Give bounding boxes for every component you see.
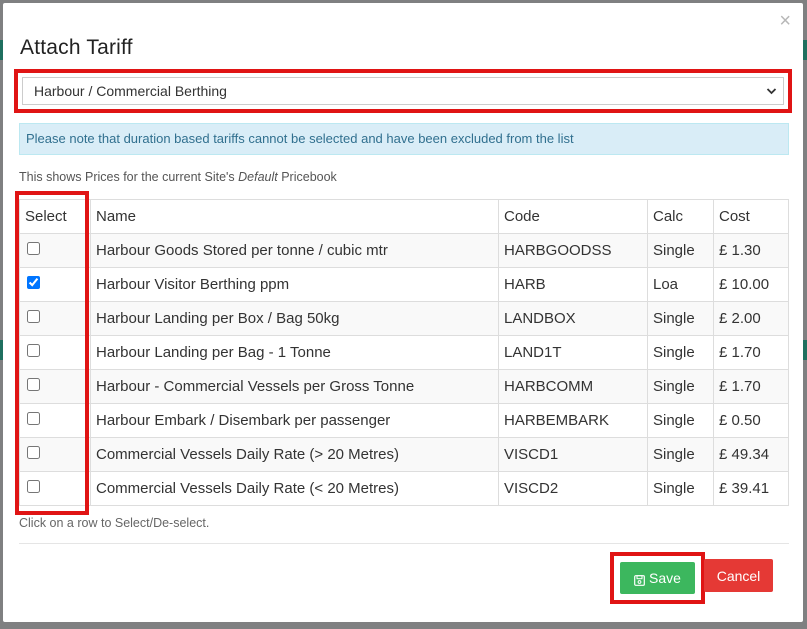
row-select-checkbox[interactable] [27, 378, 40, 391]
select-cell [19, 267, 91, 302]
tariff-cost-cell: £ 1.70 [713, 335, 789, 370]
tariff-name-cell: Harbour Embark / Disembark per passenger [90, 403, 499, 438]
header-select: Select [19, 199, 91, 234]
tariff-select[interactable]: Harbour / Commercial Berthing [22, 77, 784, 105]
save-button-highlight: Save [610, 552, 705, 604]
tariff-name-cell: Commercial Vessels Daily Rate (< 20 Metr… [90, 471, 499, 506]
dialog-title: Attach Tariff [20, 36, 133, 59]
tariff-cost-cell: £ 0.50 [713, 403, 789, 438]
tariff-code-cell: VISCD1 [498, 437, 648, 472]
close-icon[interactable]: × [779, 11, 791, 31]
select-cell [19, 471, 91, 506]
tariff-cost-cell: £ 39.41 [713, 471, 789, 506]
tariff-calc-cell: Loa [647, 267, 714, 302]
note-emphasis: Default [238, 170, 278, 184]
info-message: Please note that duration based tariffs … [26, 131, 574, 146]
tariff-cost-cell: £ 10.00 [713, 267, 789, 302]
selection-hint: Click on a row to Select/De-select. [19, 516, 210, 530]
tariff-select-value: Harbour / Commercial Berthing [34, 83, 227, 99]
pricebook-note: This shows Prices for the current Site's… [19, 170, 337, 184]
footer-divider [19, 543, 789, 544]
row-select-checkbox[interactable] [27, 310, 40, 323]
tariff-calc-cell: Single [647, 369, 714, 404]
tariff-code-cell: HARBEMBARK [498, 403, 648, 438]
info-alert: Please note that duration based tariffs … [19, 123, 789, 155]
cancel-button-label: Cancel [716, 567, 761, 584]
save-button-label: Save [649, 570, 681, 586]
tariff-code-cell: HARBCOMM [498, 369, 648, 404]
tariff-name-cell: Harbour - Commercial Vessels per Gross T… [90, 369, 499, 404]
tariff-code-cell: VISCD2 [498, 471, 648, 506]
chevron-down-icon [766, 78, 777, 113]
table-row[interactable]: Harbour Landing per Box / Bag 50kg LANDBO… [19, 301, 789, 336]
select-cell [19, 403, 91, 438]
tariff-name-cell: Harbour Visitor Berthing ppm [90, 267, 499, 302]
tariff-cost-cell: £ 1.30 [713, 233, 789, 268]
tariff-calc-cell: Single [647, 437, 714, 472]
tariff-code-cell: LANDBOX [498, 301, 648, 336]
row-select-checkbox[interactable] [27, 242, 40, 255]
table-row[interactable]: Commercial Vessels Daily Rate (< 20 Metr… [19, 471, 789, 506]
tariff-cost-cell: £ 1.70 [713, 369, 789, 404]
note-suffix: Pricebook [277, 170, 337, 184]
row-select-checkbox[interactable] [27, 480, 40, 493]
header-code: Code [498, 199, 648, 234]
tariff-code-cell: HARB [498, 267, 648, 302]
select-cell [19, 301, 91, 336]
row-select-checkbox[interactable] [27, 412, 40, 425]
tariff-calc-cell: Single [647, 335, 714, 370]
tariff-name-cell: Harbour Landing per Bag - 1 Tonne [90, 335, 499, 370]
tariff-select-highlight: Harbour / Commercial Berthing [14, 69, 792, 113]
table-row[interactable]: Harbour - Commercial Vessels per Gross T… [19, 369, 789, 404]
header-cost: Cost [713, 199, 789, 234]
table-row[interactable]: Harbour Visitor Berthing ppm HARB Loa £ 10.… [19, 267, 789, 302]
tariff-calc-cell: Single [647, 471, 714, 506]
row-select-checkbox[interactable] [27, 276, 40, 289]
attach-tariff-dialog: × Attach Tariff Harbour / Commercial Ber… [3, 3, 803, 622]
note-prefix: This shows Prices for the current Site's [19, 170, 239, 184]
tariff-calc-cell: Single [647, 233, 714, 268]
table-row[interactable]: Commercial Vessels Daily Rate (> 20 Metr… [19, 437, 789, 472]
cancel-button[interactable]: Cancel [704, 559, 773, 592]
tariff-cost-cell: £ 2.00 [713, 301, 789, 336]
tariff-name-cell: Harbour Goods Stored per tonne / cubic m… [90, 233, 499, 268]
row-select-checkbox[interactable] [27, 446, 40, 459]
table-row[interactable]: Harbour Goods Stored per tonne / cubic m… [19, 233, 789, 268]
select-cell [19, 437, 91, 472]
tariff-cost-cell: £ 49.34 [713, 437, 789, 472]
table-row[interactable]: Harbour Embark / Disembark per passenger… [19, 403, 789, 438]
header-name: Name [90, 199, 499, 234]
tariff-name-cell: Commercial Vessels Daily Rate (> 20 Metr… [90, 437, 499, 472]
select-cell [19, 369, 91, 404]
header-calc: Calc [647, 199, 714, 234]
tariff-calc-cell: Single [647, 403, 714, 438]
table-row[interactable]: Harbour Landing per Bag - 1 Tonne LAND1T S… [19, 335, 789, 370]
tariff-code-cell: HARBGOODSS [498, 233, 648, 268]
tariff-name-cell: Harbour Landing per Box / Bag 50kg [90, 301, 499, 336]
tariff-code-cell: LAND1T [498, 335, 648, 370]
row-select-checkbox[interactable] [27, 344, 40, 357]
select-cell [19, 233, 91, 268]
select-cell [19, 335, 91, 370]
tariff-calc-cell: Single [647, 301, 714, 336]
save-button[interactable]: Save [620, 562, 695, 594]
floppy-disk-icon [634, 573, 645, 586]
table-header-row: Select Name Code Calc Cost [19, 199, 789, 234]
tariff-table: Select Name Code Calc Cost Harbour Goods… [19, 199, 789, 506]
